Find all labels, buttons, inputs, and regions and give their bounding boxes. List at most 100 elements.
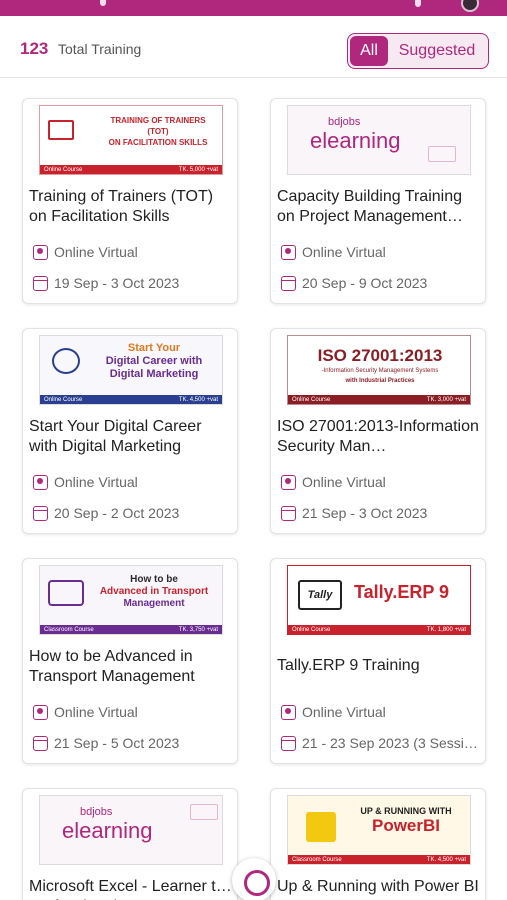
training-card[interactable]: bdjobs elearning Microsoft Excel - Learn… xyxy=(22,788,238,900)
truck-icon xyxy=(48,580,84,606)
powerbi-icon xyxy=(306,812,336,842)
filter-suggested-button[interactable]: Suggested xyxy=(388,42,486,60)
banner-text: Start Your xyxy=(127,342,181,354)
avatar[interactable] xyxy=(461,0,479,12)
course-title: ISO 27001:2013-Information Security Man… xyxy=(277,418,479,455)
dates-text: 21 Sep - 3 Oct 2023 xyxy=(302,505,428,521)
course-banner: How to be Advanced in Transport Manageme… xyxy=(39,565,223,635)
course-type: Online Course xyxy=(44,396,83,403)
course-dates: 19 Sep - 3 Oct 2023 xyxy=(33,275,233,291)
brand-text: bdjobs xyxy=(80,806,113,818)
location-text: Online Virtual xyxy=(54,474,138,490)
training-card[interactable]: UP & RUNNING WITH PowerBI Classroom Cour… xyxy=(270,788,486,900)
banner-text: PowerBI xyxy=(371,816,441,835)
course-price: TK. 1,800 +vat xyxy=(426,626,466,633)
dates-text: 19 Sep - 3 Oct 2023 xyxy=(54,275,180,291)
banner-text: Management xyxy=(123,598,185,609)
course-type: Classroom Course xyxy=(292,856,342,863)
course-title: How to be Advanced in Transport Manageme… xyxy=(29,648,195,685)
course-type: Online Course xyxy=(44,166,83,173)
course-type: Online Course xyxy=(292,396,331,403)
course-dates: 20 Sep - 9 Oct 2023 xyxy=(281,275,481,291)
dates-text: 20 Sep - 9 Oct 2023 xyxy=(302,275,428,291)
training-card[interactable]: TRAINING OF TRAINERS (TOT) ON FACILITATI… xyxy=(22,98,238,304)
course-title: Capacity Building Training on Project Ma… xyxy=(277,188,463,225)
course-banner: bdjobs elearning xyxy=(287,105,471,175)
megaphone-icon xyxy=(52,348,80,374)
training-card[interactable]: ISO 27001:2013 -Information Security Man… xyxy=(270,328,486,534)
banner-text: (TOT) xyxy=(147,127,169,136)
training-card[interactable]: Tally Tally.ERP 9 Online Course TK. 1,80… xyxy=(270,558,486,764)
training-card[interactable]: How to be Advanced in Transport Manageme… xyxy=(22,558,238,764)
filter-toggle: All Suggested xyxy=(347,33,489,69)
calendar-icon xyxy=(281,505,296,521)
location-icon xyxy=(33,474,48,490)
training-count: 123 xyxy=(20,39,49,58)
calendar-icon xyxy=(281,735,296,751)
course-price: TK. 3,000 +vat xyxy=(426,396,466,403)
floating-action-button[interactable] xyxy=(232,858,276,900)
brand-name: elearning xyxy=(310,128,401,153)
course-location: Online Virtual xyxy=(33,474,233,490)
course-dates: 21 Sep - 5 Oct 2023 xyxy=(33,735,233,751)
banner-text: Tally.ERP 9 xyxy=(354,582,450,602)
dates-text: 21 Sep - 5 Oct 2023 xyxy=(54,735,180,751)
banner-text: ISO 27001:2013 xyxy=(317,346,443,365)
course-banner: bdjobs elearning xyxy=(39,795,223,865)
header-icon[interactable] xyxy=(100,0,106,6)
course-title: Start Your Digital Career with Digital M… xyxy=(29,418,202,455)
course-location: Online Virtual xyxy=(281,244,481,260)
tally-logo: Tally xyxy=(298,580,342,610)
location-icon xyxy=(33,244,48,260)
training-count-label: Total Training xyxy=(58,41,142,57)
training-summary: 123 Total Training All Suggested xyxy=(0,16,507,78)
banner-text: -Information Security Management Systems xyxy=(321,368,439,374)
banner-text: Advanced in Transport xyxy=(99,586,209,597)
banner-text: TRAINING OF TRAINERS xyxy=(110,116,206,125)
course-title: Up & Running with Power BI xyxy=(277,878,479,895)
calendar-icon xyxy=(281,275,296,291)
location-icon xyxy=(281,704,296,720)
course-banner: Start Your Digital Career with Digital M… xyxy=(39,335,223,405)
brand-name: elearning xyxy=(62,818,153,843)
presentation-icon xyxy=(48,120,74,140)
banner-text: with Industrial Practices xyxy=(345,378,415,384)
decor-icon xyxy=(428,146,456,162)
location-text: Online Virtual xyxy=(302,474,386,490)
course-price: TK. 5,000 +vat xyxy=(178,166,218,173)
header-icon[interactable] xyxy=(415,0,421,7)
location-text: Online Virtual xyxy=(302,704,386,720)
banner-text: Digital Career with xyxy=(105,355,203,367)
course-location: Online Virtual xyxy=(33,704,233,720)
course-location: Online Virtual xyxy=(281,704,481,720)
calendar-icon xyxy=(33,275,48,291)
decor-icon xyxy=(190,804,218,820)
location-text: Online Virtual xyxy=(54,704,138,720)
course-banner: Tally Tally.ERP 9 Online Course TK. 1,80… xyxy=(287,565,471,635)
filter-all-button[interactable]: All xyxy=(350,36,388,66)
course-price: TK. 4,500 +vat xyxy=(178,396,218,403)
course-title: Tally.ERP 9 Training xyxy=(277,657,420,674)
location-text: Online Virtual xyxy=(54,244,138,260)
calendar-icon xyxy=(33,505,48,521)
brand-text: bdjobs xyxy=(328,116,361,128)
course-title: Microsoft Excel - Learner t… Professiona… xyxy=(29,878,232,900)
course-banner: UP & RUNNING WITH PowerBI Classroom Cour… xyxy=(287,795,471,865)
course-dates: 21 - 23 Sep 2023 (3 Sessio… xyxy=(281,735,481,751)
course-price: TK. 4,500 +vat xyxy=(426,856,466,863)
location-text: Online Virtual xyxy=(302,244,386,260)
banner-text: How to be xyxy=(130,574,178,585)
course-type: Online Course xyxy=(292,626,331,633)
training-card[interactable]: bdjobs elearning Capacity Building Train… xyxy=(270,98,486,304)
course-banner: ISO 27001:2013 -Information Security Man… xyxy=(287,335,471,405)
course-type: Classroom Course xyxy=(44,626,94,633)
training-card[interactable]: Start Your Digital Career with Digital M… xyxy=(22,328,238,534)
course-price: TK. 3,750 +vat xyxy=(178,626,218,633)
dates-text: 21 - 23 Sep 2023 (3 Sessio… xyxy=(302,735,481,751)
course-location: Online Virtual xyxy=(281,474,481,490)
banner-text: UP & RUNNING WITH xyxy=(360,806,452,816)
course-title: Training of Trainers (TOT) on Facilitati… xyxy=(29,188,214,225)
course-dates: 21 Sep - 3 Oct 2023 xyxy=(281,505,481,521)
course-dates: 20 Sep - 2 Oct 2023 xyxy=(33,505,233,521)
banner-text: ON FACILITATION SKILLS xyxy=(108,138,208,147)
